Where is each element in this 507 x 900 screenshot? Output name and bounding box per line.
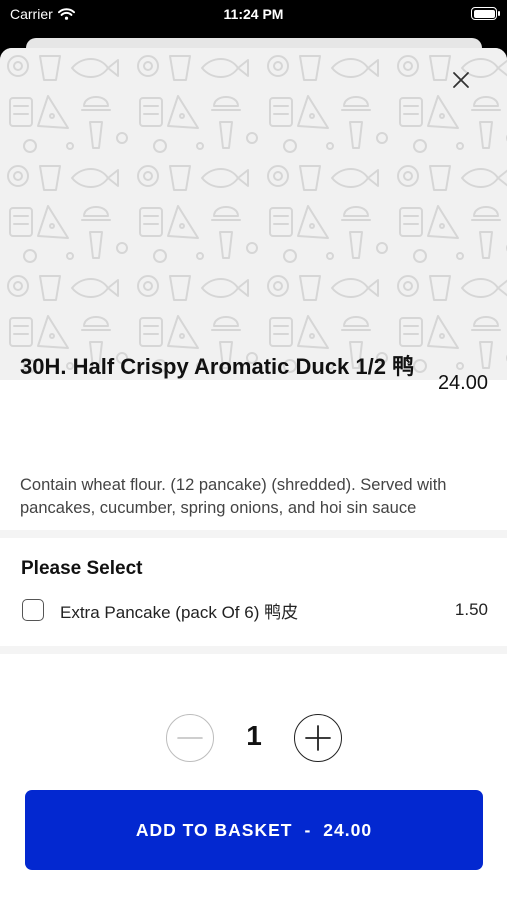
divider [0, 530, 507, 538]
plus-icon [305, 725, 331, 751]
status-bar: Carrier 11:24 PM [0, 0, 507, 30]
add-button-separator: - [304, 819, 312, 840]
quantity-stepper: 1 [166, 714, 342, 762]
item-price: 24.00 [437, 372, 488, 394]
item-image-placeholder [0, 48, 507, 380]
food-doodle-pattern [0, 48, 507, 380]
close-icon [453, 72, 469, 88]
options-section-title: Please Select [21, 558, 143, 579]
option-label: Extra Pancake (pack Of 6) 鸭皮 [60, 602, 299, 622]
option-extra-pancake[interactable]: Extra Pancake (pack Of 6) 鸭皮 1.50 [22, 596, 488, 624]
minus-icon [177, 737, 203, 739]
add-to-basket-button[interactable]: ADD TO BASKET - 24.00 [25, 790, 483, 870]
option-price: 1.50 [454, 600, 488, 619]
item-description: Contain wheat flour. (12 pancake) (shred… [20, 476, 447, 517]
close-button[interactable] [447, 66, 475, 94]
decrease-quantity-button[interactable] [166, 714, 214, 762]
increase-quantity-button[interactable] [294, 714, 342, 762]
add-button-price: 24.00 [323, 819, 373, 840]
divider [0, 646, 507, 654]
battery-icon [471, 7, 500, 20]
status-time: 11:24 PM [223, 6, 284, 22]
option-checkbox[interactable] [22, 599, 44, 621]
item-title: 30H. Half Crispy Aromatic Duck 1/2 鸭 [20, 354, 415, 379]
quantity-value: 1 [246, 720, 262, 751]
add-button-label: ADD TO BASKET [135, 819, 293, 840]
